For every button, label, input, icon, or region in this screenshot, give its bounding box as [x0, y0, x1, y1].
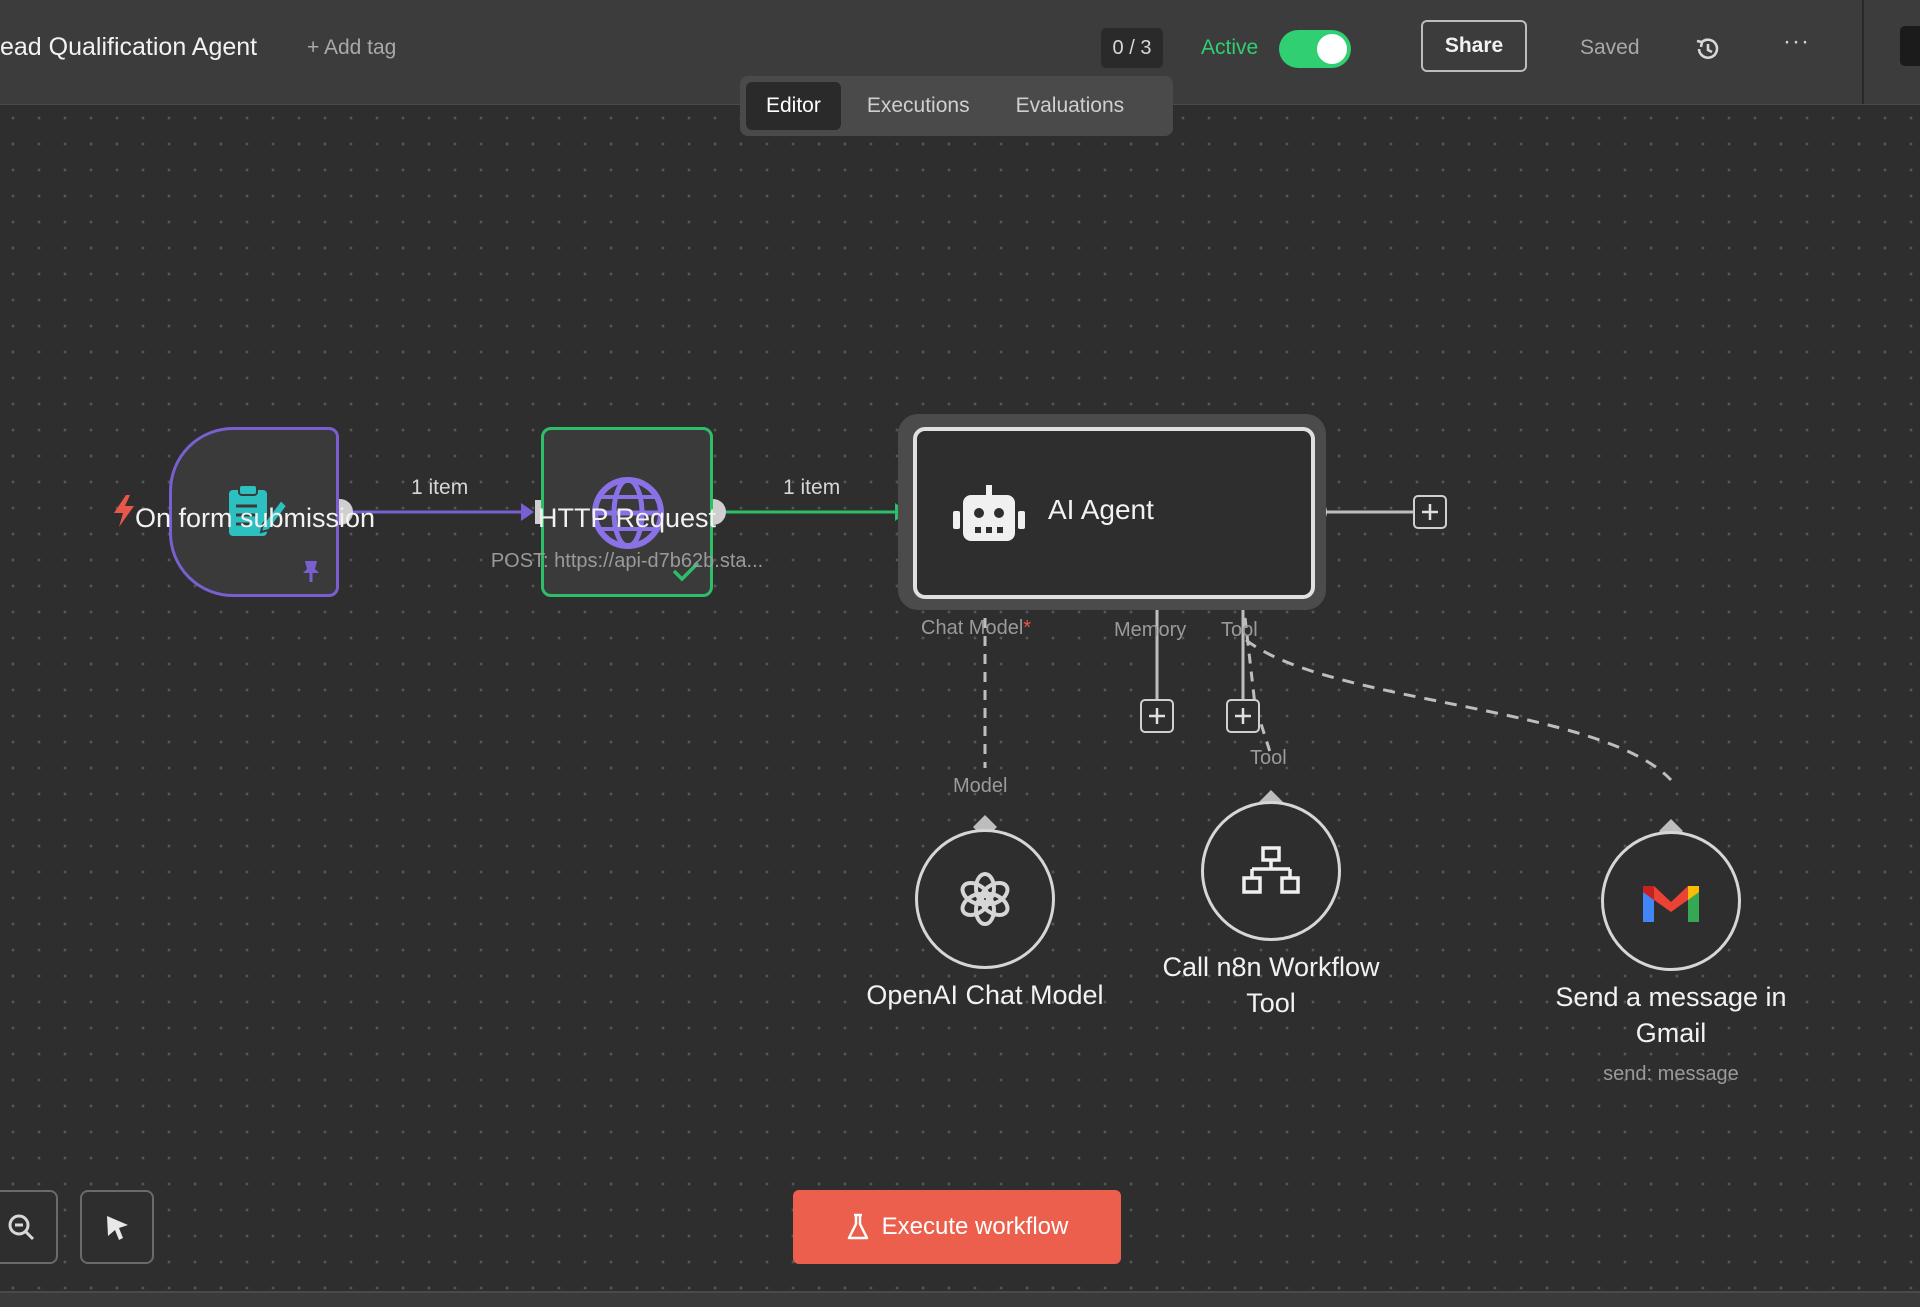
http-node-subtitle: POST: https://api-d7b62b.sta... [490, 550, 764, 572]
execution-counter: 0 / 3 [1101, 28, 1163, 68]
gmail-node-subtitle: send: message [1603, 1063, 1739, 1085]
port-label-chat-model: Chat Model* [921, 617, 1032, 639]
form-node-label: On form submission [134, 503, 376, 533]
port-label-tool: Tool [1221, 619, 1258, 641]
tab-executions[interactable]: Executions [847, 82, 990, 130]
add-node-after-agent-button[interactable] [1413, 495, 1447, 529]
view-tabs: Editor Executions Evaluations [740, 76, 1173, 136]
flask-icon [847, 1213, 868, 1240]
tab-editor[interactable]: Editor [746, 82, 841, 130]
active-toggle[interactable] [1279, 30, 1351, 68]
add-tag-button[interactable]: + Add tag [307, 36, 396, 60]
active-label: Active [1201, 36, 1259, 59]
node-call-n8n-workflow-tool[interactable] [1201, 801, 1341, 941]
toggle-knob [1317, 34, 1347, 64]
node-send-gmail-message[interactable] [1601, 831, 1741, 971]
gmail-icon [1643, 886, 1699, 922]
more-options-icon[interactable]: ··· [1783, 28, 1810, 56]
execute-workflow-button[interactable]: Execute workflow [793, 1190, 1121, 1264]
zoom-out-icon [8, 1214, 35, 1241]
required-marker: * [1023, 617, 1032, 639]
wire-label-form-http: 1 item [411, 476, 469, 499]
agent-node-title: AI Agent [1048, 494, 1154, 525]
n8n-tool-label-line2: Tool [1246, 988, 1296, 1018]
workflow-canvas[interactable]: 1 item 1 item On form submission HTTP Re… [0, 105, 1920, 1291]
openai-icon [960, 872, 1010, 926]
right-panel-button[interactable] [1900, 26, 1920, 66]
sitemap-icon [1242, 846, 1300, 894]
saved-status: Saved [1580, 36, 1640, 59]
plus-icon [1149, 708, 1165, 724]
share-button[interactable]: Share [1421, 20, 1527, 72]
add-memory-button[interactable] [1140, 699, 1174, 733]
cursor-mode-button[interactable] [80, 1190, 154, 1264]
execute-workflow-label: Execute workflow [881, 1213, 1069, 1240]
connections-layer [327, 499, 1683, 843]
wire-tool-gmail [1245, 638, 1673, 782]
pin-icon [303, 561, 319, 582]
workflow-name[interactable]: ead Qualification Agent [0, 33, 257, 62]
plus-icon [1235, 708, 1251, 724]
http-node-label: HTTP Request [537, 503, 717, 533]
zoom-out-button[interactable] [0, 1190, 58, 1264]
history-icon[interactable] [1692, 33, 1724, 65]
openai-node-label: OpenAI Chat Model [866, 980, 1104, 1010]
wire-label-http-agent: 1 item [783, 476, 841, 499]
robot-icon [953, 485, 1025, 541]
add-tool-button[interactable] [1226, 699, 1260, 733]
port-label-n8n-tool: Tool [1250, 747, 1287, 769]
cursor-icon [107, 1216, 128, 1240]
header-divider [1862, 0, 1864, 104]
port-label-memory: Memory [1114, 619, 1187, 641]
plus-icon [1422, 504, 1438, 520]
n8n-tool-node-label: Call n8n Workflow Tool [1121, 949, 1421, 1021]
gmail-label-line1: Send a message in [1555, 982, 1787, 1012]
gmail-node-label: Send a message in Gmail [1521, 979, 1821, 1051]
gmail-label-line2: Gmail [1635, 1018, 1707, 1048]
n8n-tool-label-line1: Call n8n Workflow [1162, 952, 1380, 982]
node-openai-chat-model[interactable] [915, 829, 1055, 969]
tab-evaluations[interactable]: Evaluations [996, 82, 1145, 130]
port-label-model: Model [953, 775, 1008, 797]
